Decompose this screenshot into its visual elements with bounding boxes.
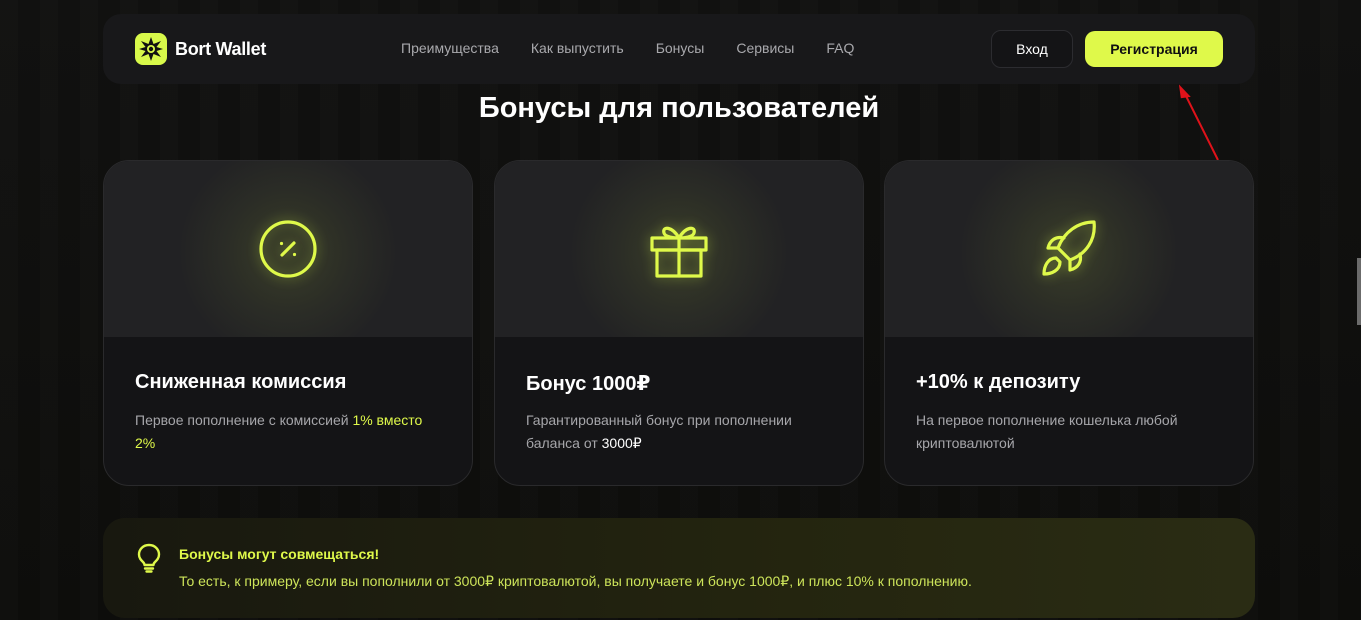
logo-star-icon (135, 33, 167, 65)
card-desc-text: На первое пополнение кошелька любой крип… (916, 412, 1178, 451)
login-button[interactable]: Вход (991, 30, 1073, 68)
page: Bort Wallet Преимущества Как выпустить Б… (0, 0, 1361, 620)
card-desc-text: Первое пополнение с комиссией (135, 412, 353, 428)
card-icon-area (104, 161, 472, 337)
bonus-card-deposit: +10% к депозиту На первое пополнение кош… (884, 160, 1254, 486)
card-title: Сниженная комиссия (135, 371, 347, 393)
card-title: Бонус 1000₽ (526, 373, 651, 395)
logo-text: Bort Wallet (175, 38, 267, 59)
gift-icon (647, 217, 711, 281)
nav-link-services[interactable]: Сервисы (736, 40, 794, 56)
nav-link-how-to-issue[interactable]: Как выпустить (531, 40, 624, 56)
card-icon-area (885, 161, 1253, 337)
logo[interactable]: Bort Wallet (135, 33, 266, 65)
register-button[interactable]: Регистрация (1085, 31, 1223, 67)
info-banner: Бонусы могут совмещаться! То есть, к при… (103, 518, 1255, 618)
scrollbar-thumb[interactable] (1357, 258, 1361, 325)
card-desc-highlight: 3000₽ (601, 435, 642, 451)
bonus-card-1000: Бонус 1000₽ Гарантированный бонус при по… (494, 160, 864, 486)
percent-icon (256, 217, 320, 281)
card-description: Первое пополнение с комиссией 1% вместо … (135, 409, 445, 455)
nav-link-bonuses[interactable]: Бонусы (656, 40, 705, 56)
nav-link-advantages[interactable]: Преимущества (401, 40, 499, 56)
card-desc-text: Гарантированный бонус при пополнении бал… (526, 412, 792, 451)
banner-title: Бонусы могут совмещаться! (179, 546, 380, 562)
top-navbar: Bort Wallet Преимущества Как выпустить Б… (103, 14, 1255, 84)
banner-text: То есть, к примеру, если вы пополнили от… (179, 573, 972, 589)
lightbulb-icon (137, 543, 161, 578)
card-icon-area (495, 161, 863, 337)
nav-link-faq[interactable]: FAQ (826, 40, 854, 56)
rocket-icon (1037, 217, 1101, 281)
card-title: +10% к депозиту (916, 371, 1081, 393)
card-description: На первое пополнение кошелька любой крип… (916, 409, 1226, 455)
section-title: Бонусы для пользователей (478, 92, 880, 124)
bonus-card-commission: Сниженная комиссия Первое пополнение с к… (103, 160, 473, 486)
main-nav: Преимущества Как выпустить Бонусы Сервис… (401, 40, 854, 56)
card-description: Гарантированный бонус при пополнении бал… (526, 409, 836, 455)
